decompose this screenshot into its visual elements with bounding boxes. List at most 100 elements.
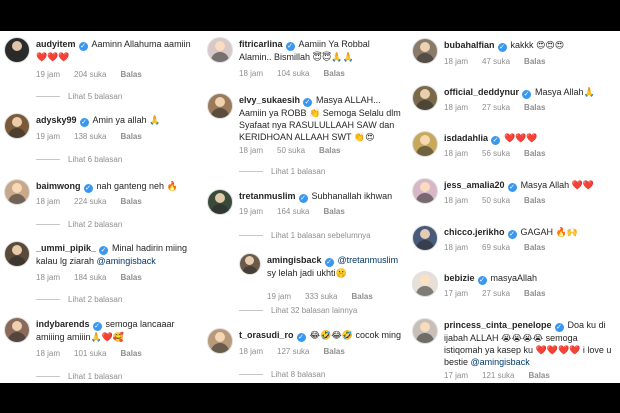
- comment-likes[interactable]: 27 suka: [482, 103, 510, 112]
- username[interactable]: princess_cinta_penelope: [444, 320, 552, 330]
- comment-likes[interactable]: 184 suka: [74, 273, 106, 282]
- avatar[interactable]: [207, 328, 233, 354]
- view-replies-label: Lihat 1 balasan: [68, 372, 123, 381]
- reply-button[interactable]: Balas: [524, 149, 545, 158]
- comment-likes[interactable]: 164 suka: [277, 207, 309, 216]
- username[interactable]: bebizie: [444, 273, 475, 283]
- comment-meta: 19 jam 138 suka Balas: [36, 132, 156, 142]
- reply-button[interactable]: Balas: [524, 196, 545, 205]
- username[interactable]: jess_amalia20: [444, 180, 505, 190]
- avatar[interactable]: [412, 225, 438, 251]
- reply-button[interactable]: Balas: [323, 207, 344, 216]
- comment-time: 18 jam: [444, 103, 469, 112]
- avatar[interactable]: [4, 241, 30, 267]
- comment-text: bebizie ✓ masyaAllah: [444, 272, 616, 285]
- username[interactable]: _ummi_pipik_: [36, 243, 96, 253]
- view-replies[interactable]: Lihat 1 balasan: [36, 372, 122, 382]
- verified-badge-icon: ✓: [324, 258, 334, 267]
- avatar[interactable]: [412, 178, 438, 204]
- comment-likes[interactable]: 50 suka: [482, 196, 510, 205]
- verified-badge-icon: ✓: [554, 323, 564, 332]
- mention-link[interactable]: @amingisback: [97, 256, 156, 266]
- username[interactable]: isdadahlia: [444, 133, 488, 143]
- view-replies[interactable]: Lihat 2 balasan: [36, 295, 122, 305]
- reply-button[interactable]: Balas: [120, 132, 141, 141]
- avatar[interactable]: [4, 37, 30, 63]
- mention-link[interactable]: @tretanmuslim: [338, 255, 399, 265]
- reply-button[interactable]: Balas: [319, 146, 340, 155]
- comment-likes[interactable]: 121 suka: [482, 371, 514, 380]
- username[interactable]: indybarends: [36, 319, 90, 329]
- avatar[interactable]: [207, 37, 233, 63]
- reply-button[interactable]: Balas: [351, 292, 372, 301]
- username[interactable]: audyitem: [36, 39, 76, 49]
- avatar[interactable]: [4, 179, 30, 205]
- avatar[interactable]: [207, 189, 233, 215]
- comment-likes[interactable]: 27 suka: [482, 289, 510, 298]
- view-replies[interactable]: Lihat 8 balasan: [239, 370, 325, 380]
- comment-likes[interactable]: 204 suka: [74, 70, 106, 79]
- reply-button[interactable]: Balas: [524, 289, 545, 298]
- username[interactable]: amingisback: [267, 255, 322, 265]
- username[interactable]: official_deddynur: [444, 87, 519, 97]
- comment-body: Subhanallah ikhwan: [311, 191, 393, 201]
- comment-meta: 18 jam 224 suka Balas: [36, 197, 156, 207]
- username[interactable]: fitricarlina: [239, 39, 283, 49]
- view-replies[interactable]: Lihat 5 balasan: [36, 92, 122, 102]
- avatar[interactable]: [207, 93, 233, 119]
- comment-meta: 18 jam 184 suka Balas: [36, 273, 156, 283]
- avatar[interactable]: [4, 317, 30, 343]
- mention-link[interactable]: @amingisback: [471, 357, 530, 367]
- comment-likes[interactable]: 104 suka: [277, 69, 309, 78]
- comment-meta: 17 jam 121 suka Balas: [444, 371, 564, 381]
- comment-likes[interactable]: 127 suka: [277, 347, 309, 356]
- avatar[interactable]: [412, 85, 438, 111]
- reply-button[interactable]: Balas: [323, 69, 344, 78]
- verified-badge-icon: ✓: [79, 118, 89, 127]
- username[interactable]: chicco.jerikho: [444, 227, 505, 237]
- username[interactable]: baimwong: [36, 181, 81, 191]
- reply-button[interactable]: Balas: [120, 349, 141, 358]
- avatar-face: [12, 41, 22, 51]
- reply-button[interactable]: Balas: [524, 103, 545, 112]
- comment-text: audyitem ✓ Aaminn Allahuma aamiin ❤️❤️❤️: [36, 38, 199, 63]
- reply-button[interactable]: Balas: [524, 243, 545, 252]
- avatar[interactable]: [239, 253, 261, 275]
- avatar-face: [12, 245, 22, 255]
- username[interactable]: adysky99: [36, 115, 77, 125]
- username[interactable]: tretanmuslim: [239, 191, 296, 201]
- avatar-face: [420, 135, 430, 145]
- view-replies-label: Lihat 1 balasan: [271, 167, 326, 176]
- comment-likes[interactable]: 333 suka: [305, 292, 337, 301]
- reply-button[interactable]: Balas: [528, 371, 549, 380]
- username[interactable]: bubahalfian: [444, 40, 495, 50]
- view-replies[interactable]: Lihat 6 balasan: [36, 155, 122, 165]
- comment-likes[interactable]: 224 suka: [74, 197, 106, 206]
- comment-likes[interactable]: 50 suka: [277, 146, 305, 155]
- reply-button[interactable]: Balas: [323, 347, 344, 356]
- avatar[interactable]: [412, 271, 438, 297]
- view-replies[interactable]: Lihat 1 balasan: [239, 167, 325, 177]
- comment-likes[interactable]: 138 suka: [74, 132, 106, 141]
- view-replies[interactable]: Lihat 2 balasan: [36, 220, 122, 230]
- avatar-body: [8, 194, 26, 204]
- reply-button[interactable]: Balas: [524, 57, 545, 66]
- username[interactable]: elvy_sukaesih: [239, 95, 300, 105]
- comment-likes[interactable]: 69 suka: [482, 243, 510, 252]
- view-replies[interactable]: Lihat 1 balasan sebelumnya: [239, 231, 371, 241]
- avatar[interactable]: [4, 113, 30, 139]
- avatar[interactable]: [412, 131, 438, 157]
- comment-likes[interactable]: 56 suka: [482, 149, 510, 158]
- reply-button[interactable]: Balas: [120, 197, 141, 206]
- view-replies[interactable]: Lihat 32 balasan lainnya: [239, 306, 357, 316]
- thread-line: [36, 159, 60, 161]
- reply-button[interactable]: Balas: [120, 273, 141, 282]
- avatar[interactable]: [412, 318, 438, 344]
- reply-button[interactable]: Balas: [120, 70, 141, 79]
- comment-text: adysky99 ✓ Amin ya allah 🙏: [36, 114, 199, 127]
- username[interactable]: t_orasudi_ro: [239, 330, 294, 340]
- comment-likes[interactable]: 101 suka: [74, 349, 106, 358]
- avatar[interactable]: [412, 38, 438, 64]
- avatar-face: [420, 182, 430, 192]
- comment-likes[interactable]: 47 suka: [482, 57, 510, 66]
